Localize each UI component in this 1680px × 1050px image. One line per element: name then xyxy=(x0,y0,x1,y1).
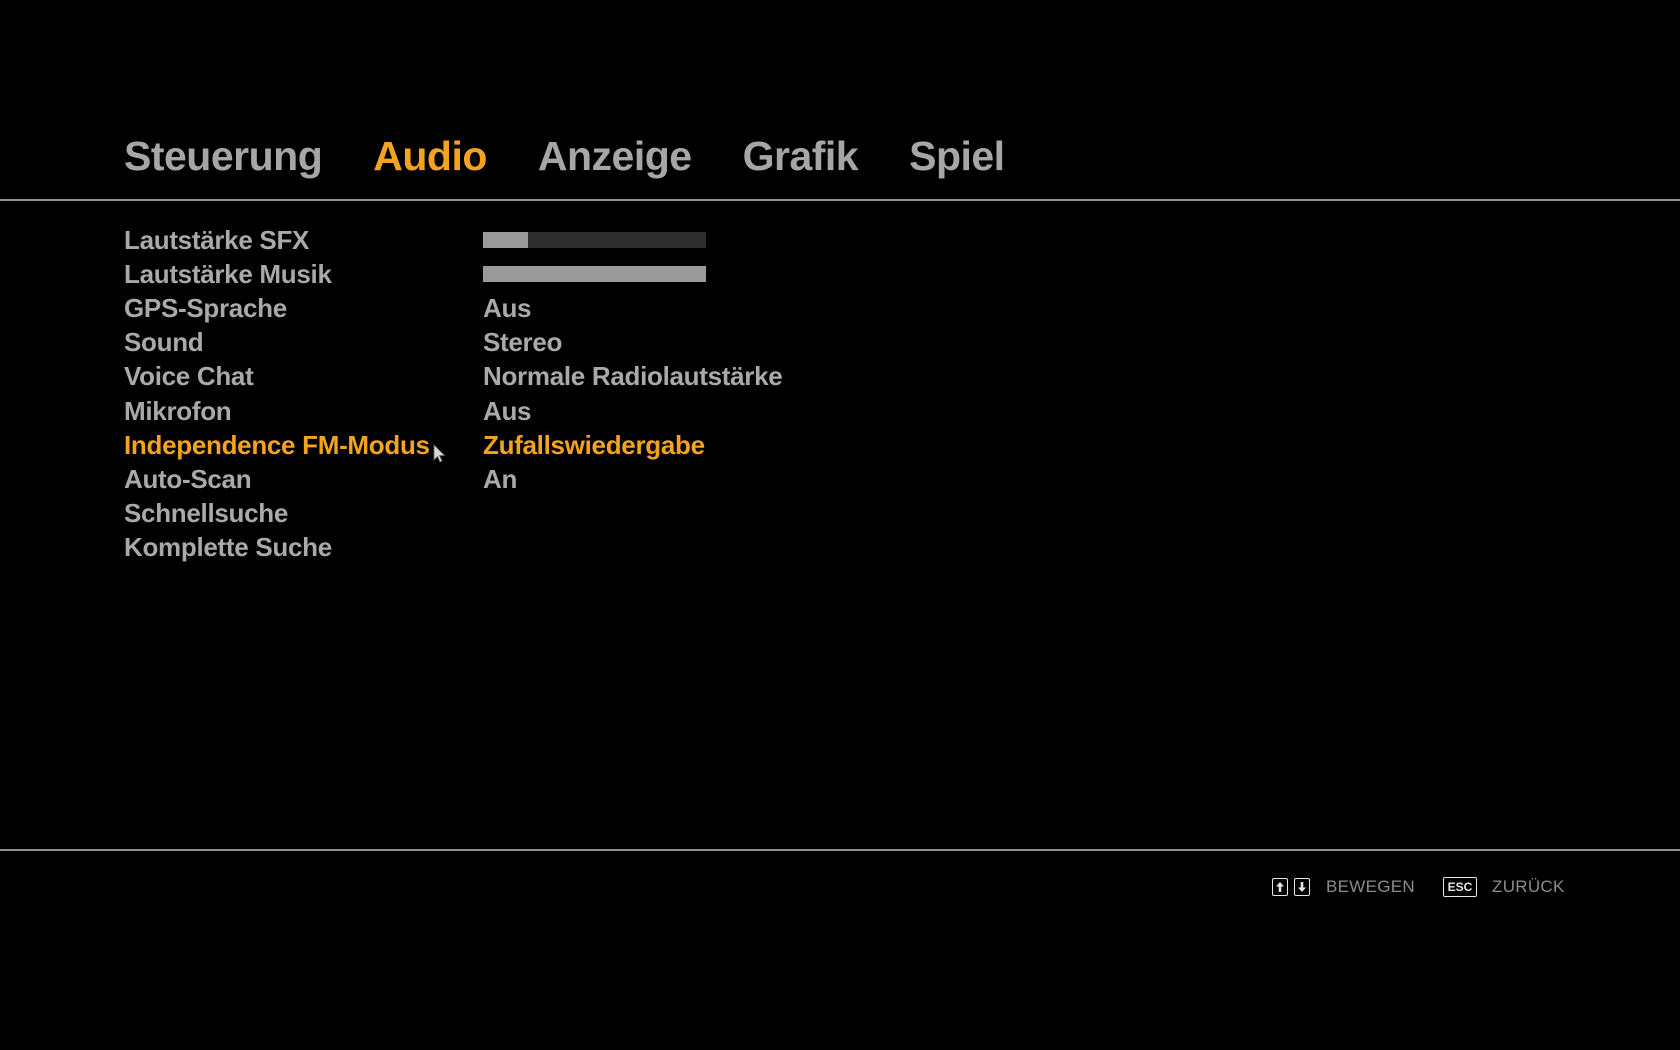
setting-microphone[interactable]: Mikrofon Aus xyxy=(124,394,782,428)
setting-full-search[interactable]: Komplette Suche xyxy=(124,531,782,565)
control-hints: BEWEGEN ESC ZURÜCK xyxy=(1272,877,1565,897)
setting-value: Zufallswiedergabe xyxy=(483,429,705,460)
menu-tabs: Steuerung Audio Anzeige Grafik Spiel xyxy=(124,128,1056,184)
setting-value: An xyxy=(483,463,518,494)
arrow-down-key-icon xyxy=(1294,878,1310,896)
arrow-up-key-icon xyxy=(1272,878,1288,896)
back-hint-label[interactable]: ZURÜCK xyxy=(1492,877,1565,897)
tab-steuerung[interactable]: Steuerung xyxy=(124,128,323,184)
audio-settings-list: Lautstärke SFX Lautstärke Musik GPS-Spra… xyxy=(124,223,783,565)
setting-label: Lautstärke Musik xyxy=(124,258,332,289)
slider-fill xyxy=(483,266,706,283)
setting-value: Normale Radiolautstärke xyxy=(483,361,783,392)
setting-label: Komplette Suche xyxy=(124,532,332,563)
setting-gps-language[interactable]: GPS-Sprache Aus xyxy=(124,291,782,325)
setting-sound[interactable]: Sound Stereo xyxy=(124,326,782,360)
setting-quick-search[interactable]: Schnellsuche xyxy=(124,497,782,531)
slider-fill xyxy=(483,232,528,249)
tab-audio[interactable]: Audio xyxy=(373,128,487,184)
setting-label: Auto-Scan xyxy=(124,463,252,494)
setting-label: GPS-Sprache xyxy=(124,292,287,323)
move-hint-label: BEWEGEN xyxy=(1326,877,1416,896)
header-divider xyxy=(0,199,1680,201)
setting-label: Sound xyxy=(124,327,204,358)
setting-voice-chat[interactable]: Voice Chat Normale Radiolautstärke xyxy=(124,360,783,394)
sfx-volume-slider[interactable] xyxy=(483,232,706,249)
footer-divider xyxy=(0,849,1680,851)
setting-value: Aus xyxy=(483,292,532,323)
setting-label: Voice Chat xyxy=(124,361,254,392)
setting-label: Schnellsuche xyxy=(124,498,289,529)
setting-label: Mikrofon xyxy=(124,395,232,426)
setting-sfx-volume[interactable]: Lautstärke SFX xyxy=(124,223,782,257)
setting-music-volume[interactable]: Lautstärke Musik xyxy=(124,257,782,291)
tab-spiel[interactable]: Spiel xyxy=(909,128,1005,184)
setting-label: Lautstärke SFX xyxy=(124,224,310,255)
setting-independence-fm-mode[interactable]: Independence FM-Modus Zufallswiedergabe xyxy=(124,428,782,462)
setting-label: Independence FM-Modus xyxy=(124,429,430,460)
music-volume-slider[interactable] xyxy=(483,266,706,283)
setting-value: Aus xyxy=(483,395,532,426)
tab-grafik[interactable]: Grafik xyxy=(743,128,859,184)
setting-value: Stereo xyxy=(483,327,563,358)
setting-auto-scan[interactable]: Auto-Scan An xyxy=(124,462,782,496)
tab-anzeige[interactable]: Anzeige xyxy=(538,128,692,184)
esc-key-icon[interactable]: ESC xyxy=(1443,877,1478,897)
